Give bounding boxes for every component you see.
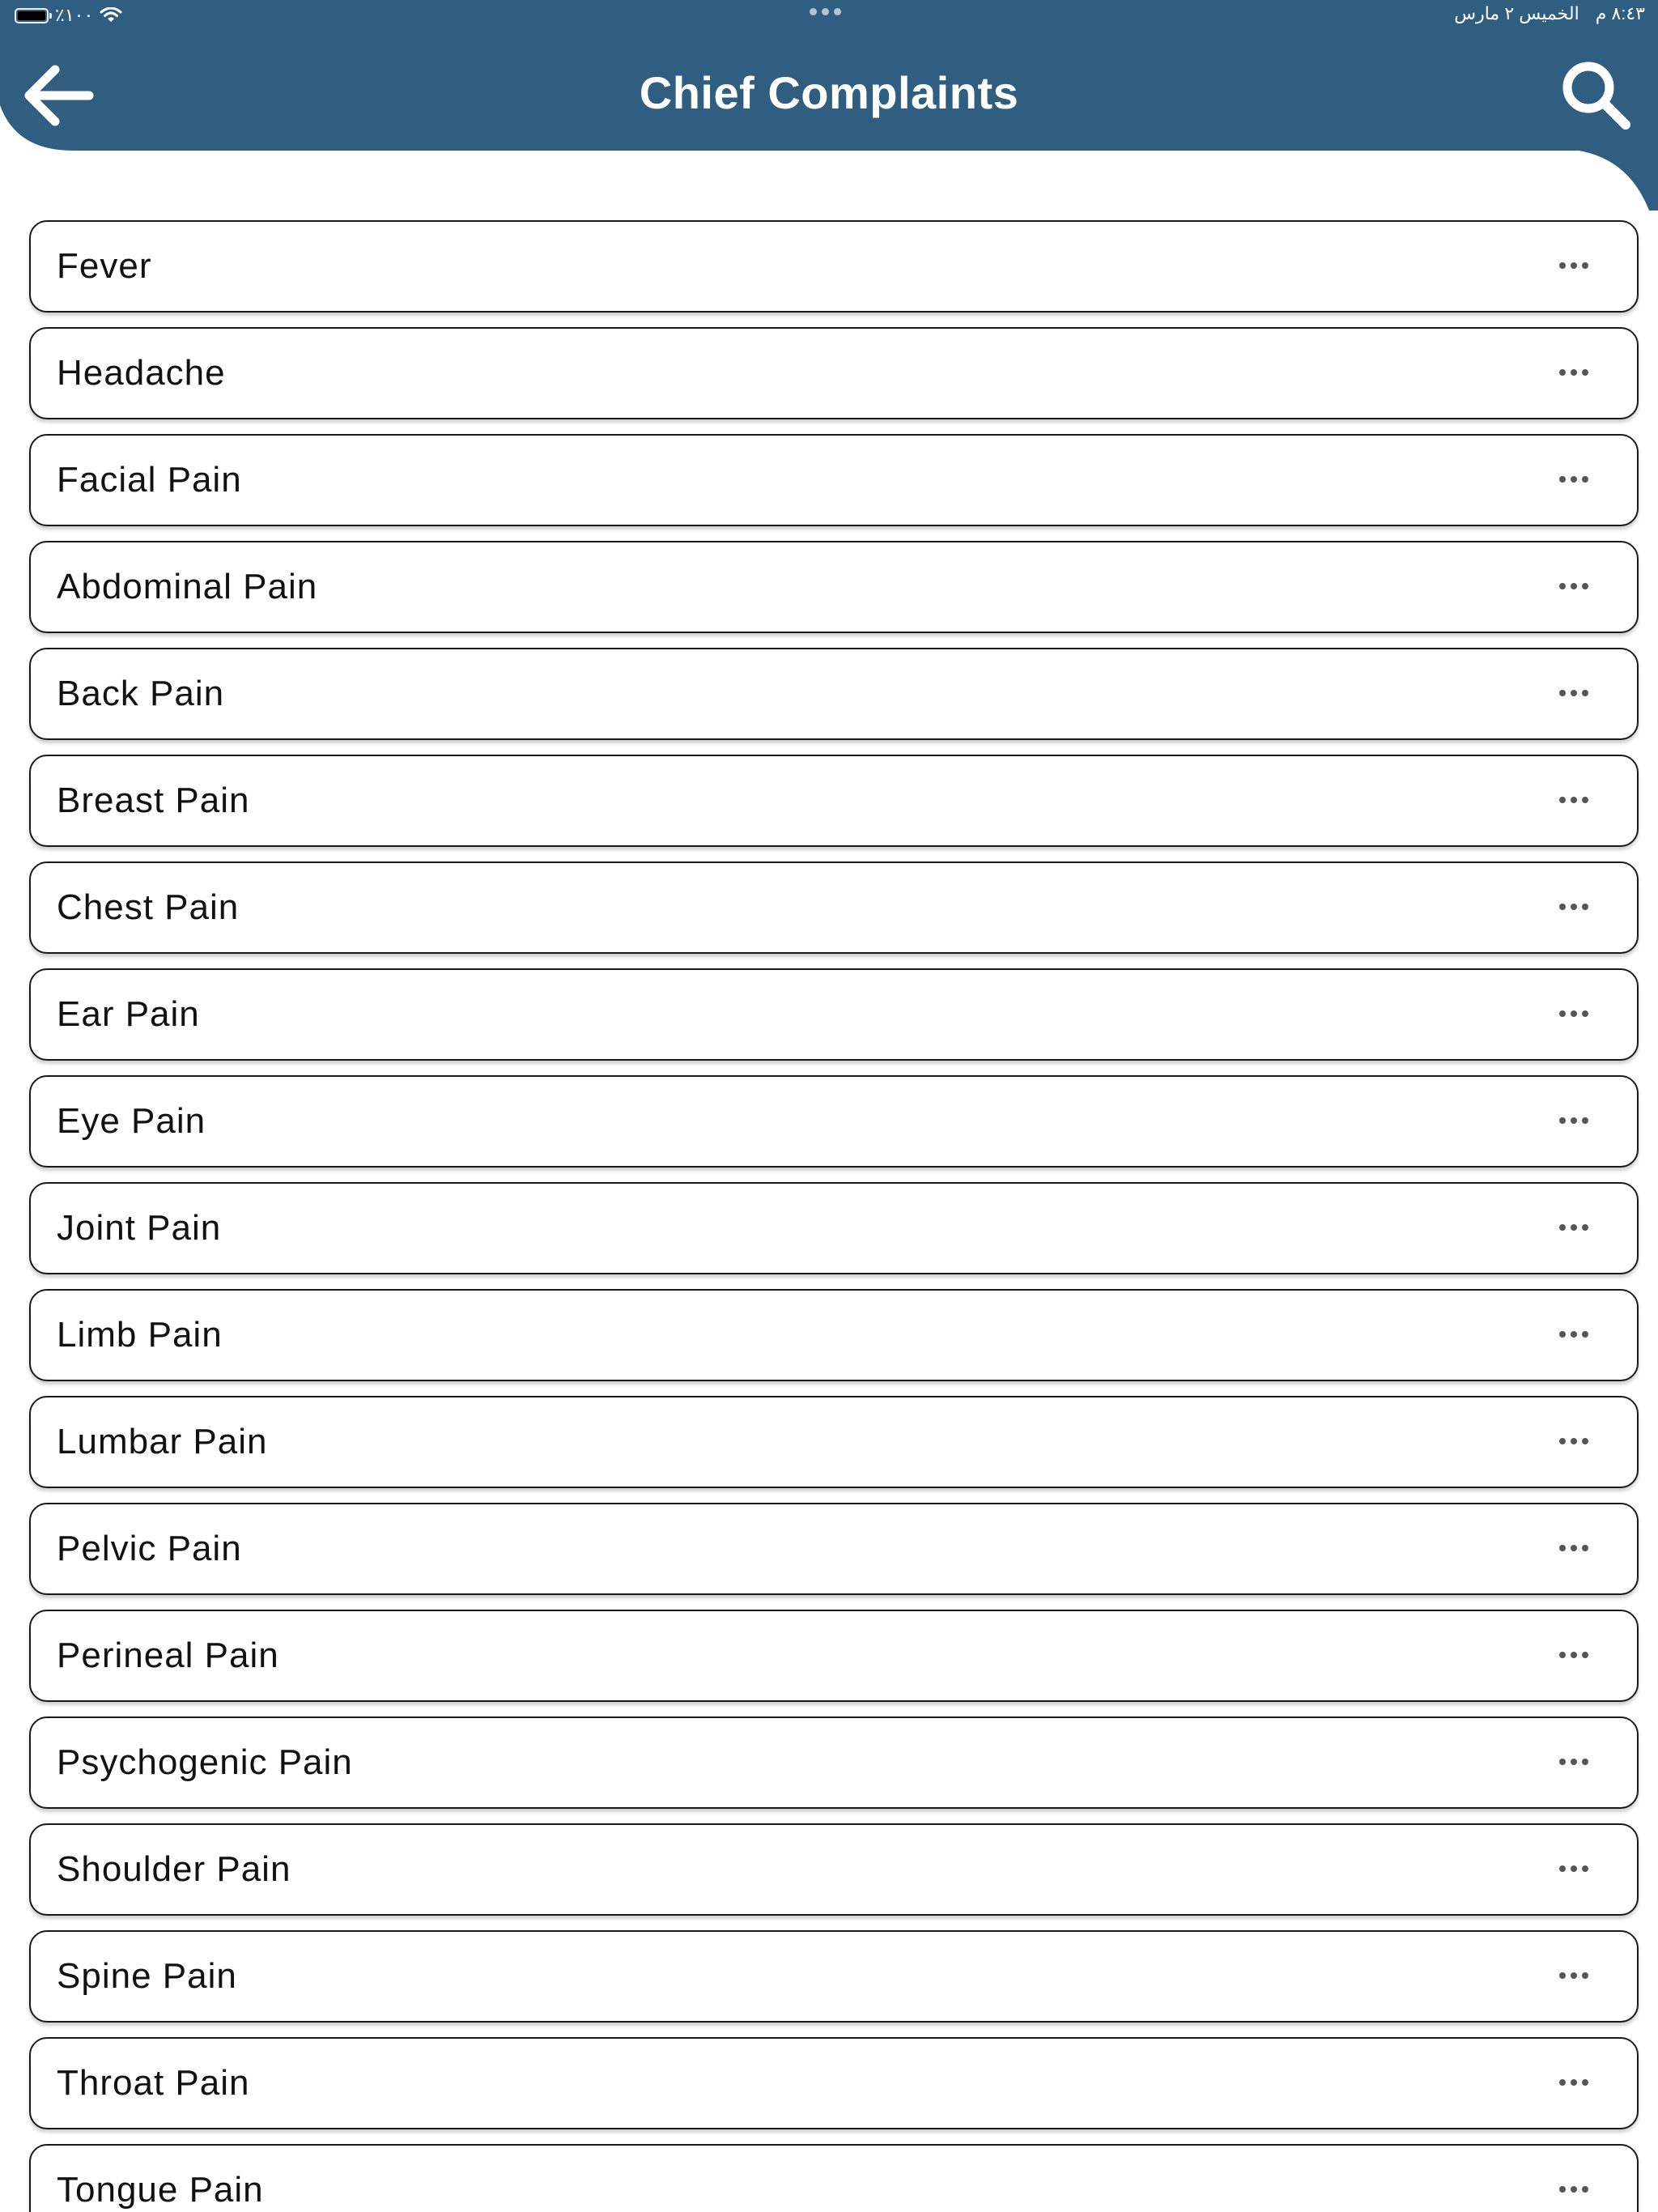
more-horizontal-icon[interactable] bbox=[1559, 1010, 1588, 1019]
page-title: Chief Complaints bbox=[639, 67, 1019, 118]
more-horizontal-icon[interactable] bbox=[1559, 1972, 1588, 1980]
complaint-list-item[interactable]: Facial Pain bbox=[29, 434, 1639, 526]
battery-icon bbox=[15, 7, 52, 23]
complaint-list-item[interactable]: Perineal Pain bbox=[29, 1610, 1639, 1702]
complaint-label: Shoulder Pain bbox=[57, 1849, 291, 1889]
complaint-list-item[interactable]: Pelvic Pain bbox=[29, 1503, 1639, 1595]
more-horizontal-icon[interactable] bbox=[1559, 1545, 1588, 1553]
complaint-label: Fever bbox=[57, 246, 152, 286]
complaint-list-item[interactable]: Abdominal Pain bbox=[29, 541, 1639, 633]
complaint-label: Perineal Pain bbox=[57, 1636, 279, 1675]
chief-complaints-screen: ٪١٠٠ ٨:٤٣ م الخميس ٢ مارس Chief Complain… bbox=[0, 0, 1658, 2212]
more-horizontal-icon[interactable] bbox=[1559, 369, 1588, 377]
more-horizontal-icon[interactable] bbox=[1559, 1865, 1588, 1874]
more-horizontal-icon[interactable] bbox=[1559, 1117, 1588, 1125]
more-horizontal-icon[interactable] bbox=[1559, 2186, 1588, 2194]
complaint-list-item[interactable]: Throat Pain bbox=[29, 2037, 1639, 2129]
search-button[interactable] bbox=[1558, 57, 1635, 134]
complaint-list-item[interactable]: Spine Pain bbox=[29, 1930, 1639, 2023]
more-horizontal-icon[interactable] bbox=[1559, 2079, 1588, 2087]
more-horizontal-icon[interactable] bbox=[1559, 262, 1588, 270]
complaint-label: Spine Pain bbox=[57, 1956, 237, 1996]
complaint-label: Back Pain bbox=[57, 674, 225, 713]
more-horizontal-icon[interactable] bbox=[1559, 1759, 1588, 1767]
complaint-label: Facial Pain bbox=[57, 460, 242, 500]
complaint-label: Chest Pain bbox=[57, 887, 240, 927]
complaint-label: Ear Pain bbox=[57, 994, 200, 1034]
complaint-list-item[interactable]: Eye Pain bbox=[29, 1075, 1639, 1168]
more-horizontal-icon[interactable] bbox=[1559, 1438, 1588, 1446]
complaint-list-item[interactable]: Chest Pain bbox=[29, 861, 1639, 954]
complaint-list-item[interactable]: Tongue Pain bbox=[29, 2144, 1639, 2212]
more-horizontal-icon[interactable] bbox=[1559, 476, 1588, 484]
more-horizontal-icon[interactable] bbox=[1559, 797, 1588, 805]
complaint-list-item[interactable]: Breast Pain bbox=[29, 755, 1639, 847]
battery-percent: ٪١٠٠ bbox=[55, 5, 94, 25]
complaint-label: Abdominal Pain bbox=[57, 567, 318, 606]
complaint-list-item[interactable]: Fever bbox=[29, 220, 1639, 313]
wifi-icon bbox=[100, 7, 122, 22]
complaint-label: Joint Pain bbox=[57, 1208, 222, 1248]
complaints-list: Fever Headache Facial Pain Abdominal Pai… bbox=[29, 220, 1639, 2212]
more-horizontal-icon[interactable] bbox=[1559, 904, 1588, 912]
complaint-list-item[interactable]: Joint Pain bbox=[29, 1182, 1639, 1274]
more-horizontal-icon[interactable] bbox=[1559, 583, 1588, 591]
status-left: ٪١٠٠ bbox=[15, 5, 122, 26]
complaint-list-item[interactable]: Ear Pain bbox=[29, 968, 1639, 1061]
status-bar: ٪١٠٠ ٨:٤٣ م الخميس ٢ مارس bbox=[0, 0, 1658, 32]
complaint-label: Headache bbox=[57, 353, 226, 393]
more-horizontal-icon[interactable] bbox=[1559, 1652, 1588, 1660]
status-time: ٨:٤٣ م bbox=[1595, 3, 1645, 23]
complaint-label: Breast Pain bbox=[57, 781, 250, 820]
complaint-list-item[interactable]: Psychogenic Pain bbox=[29, 1716, 1639, 1809]
complaint-label: Pelvic Pain bbox=[57, 1529, 242, 1568]
complaint-label: Tongue Pain bbox=[57, 2170, 264, 2210]
complaint-label: Throat Pain bbox=[57, 2063, 250, 2103]
complaint-label: Limb Pain bbox=[57, 1315, 223, 1355]
complaint-label: Eye Pain bbox=[57, 1101, 206, 1141]
status-right: ٨:٤٣ م الخميس ٢ مارس bbox=[1454, 3, 1645, 24]
complaint-list-item[interactable]: Lumbar Pain bbox=[29, 1396, 1639, 1488]
search-icon bbox=[1562, 62, 1630, 130]
multitasking-dots[interactable] bbox=[810, 8, 841, 15]
complaint-list-item[interactable]: Limb Pain bbox=[29, 1289, 1639, 1381]
status-date: الخميس ٢ مارس bbox=[1454, 3, 1579, 23]
more-horizontal-icon[interactable] bbox=[1559, 1224, 1588, 1232]
complaint-label: Lumbar Pain bbox=[57, 1422, 268, 1461]
more-horizontal-icon[interactable] bbox=[1559, 690, 1588, 698]
complaint-list-item[interactable]: Back Pain bbox=[29, 648, 1639, 740]
complaint-label: Psychogenic Pain bbox=[57, 1742, 353, 1782]
complaint-list-item[interactable]: Headache bbox=[29, 327, 1639, 419]
more-horizontal-icon[interactable] bbox=[1559, 1331, 1588, 1339]
complaint-list-item[interactable]: Shoulder Pain bbox=[29, 1823, 1639, 1916]
